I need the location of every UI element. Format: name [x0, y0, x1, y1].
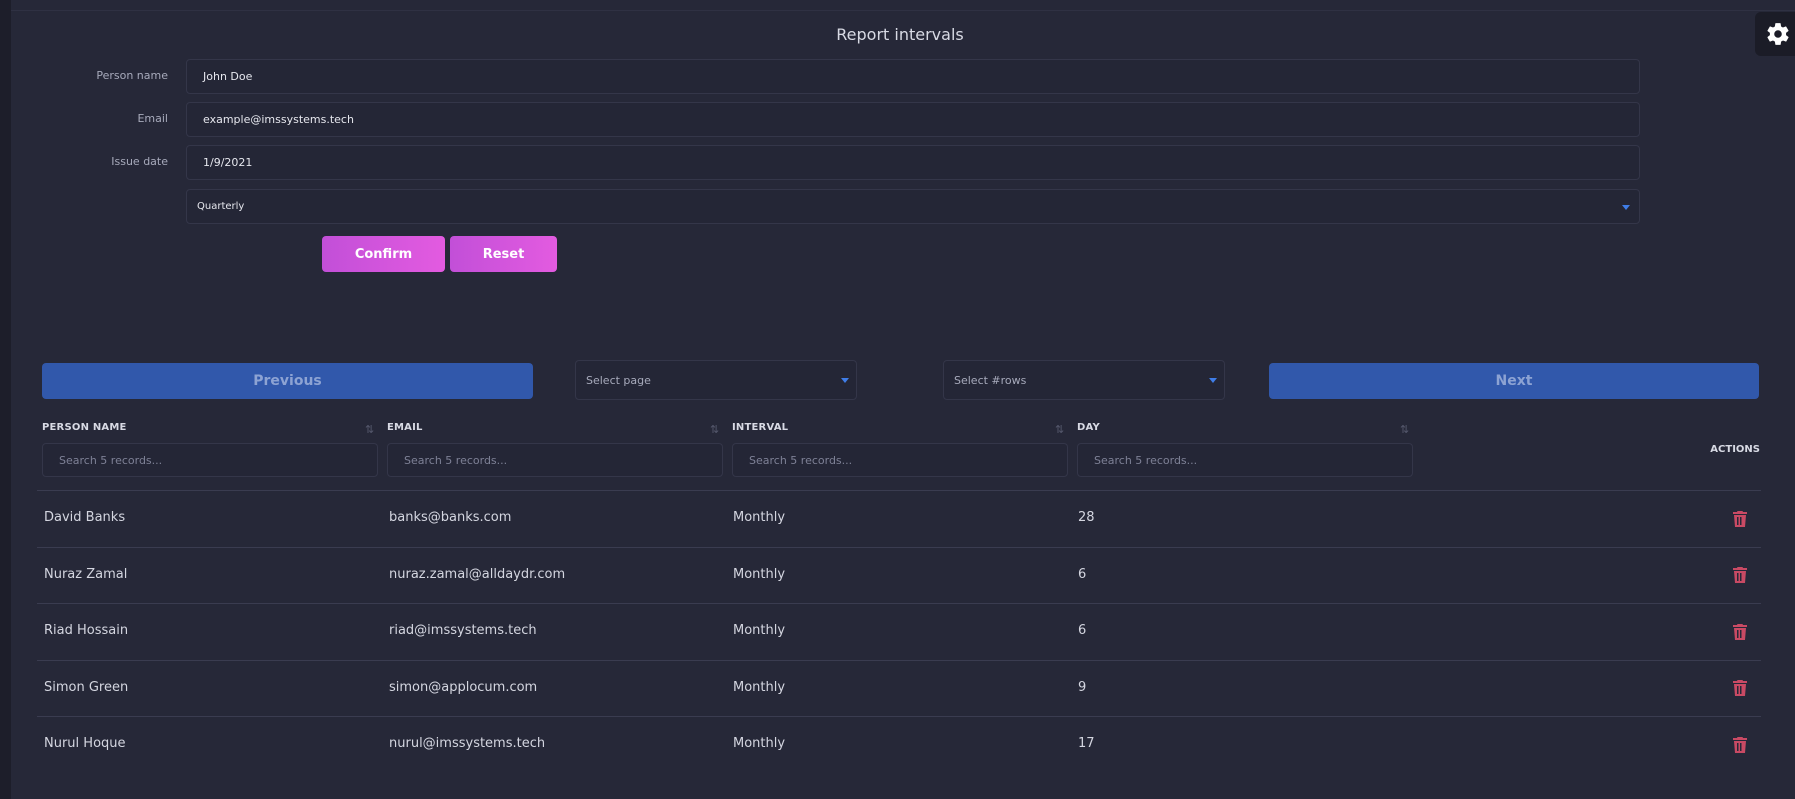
search-email-input[interactable]: Search 5 records...	[387, 443, 723, 477]
interval-selected-value: Quarterly	[197, 201, 245, 212]
cell-person-name: David Banks	[44, 510, 126, 525]
select-page-dropdown[interactable]: Select page	[575, 360, 857, 400]
column-header-email[interactable]: EMAIL	[387, 422, 423, 433]
cell-interval: Monthly	[733, 623, 786, 638]
cell-day: 28	[1078, 510, 1095, 525]
person-name-label: Person name	[96, 69, 168, 82]
cell-person-name: Nurul Hoque	[44, 736, 126, 751]
cell-person-name: Simon Green	[44, 680, 129, 695]
chevron-down-icon	[1209, 378, 1217, 383]
column-header-actions: ACTIONS	[1710, 444, 1760, 455]
row-divider	[37, 603, 1761, 604]
column-header-interval[interactable]: INTERVAL	[732, 422, 788, 433]
trash-icon[interactable]	[1733, 624, 1747, 640]
person-name-field[interactable]: John Doe	[186, 59, 1640, 94]
cell-email: nurul@imssystems.tech	[389, 736, 546, 751]
interval-select[interactable]: Quarterly	[186, 189, 1640, 224]
person-name-value: John Doe	[203, 70, 253, 83]
reset-button[interactable]: Reset	[450, 236, 557, 272]
email-field[interactable]: example@imssystems.tech	[186, 102, 1640, 137]
sort-icon[interactable]: ⇅	[365, 423, 374, 436]
search-person-name-input[interactable]: Search 5 records...	[42, 443, 378, 477]
cell-interval: Monthly	[733, 680, 786, 695]
chevron-down-icon	[841, 378, 849, 383]
select-page-placeholder: Select page	[586, 373, 651, 387]
cell-email: simon@applocum.com	[389, 680, 538, 695]
cell-day: 9	[1078, 680, 1087, 695]
issue-date-value: 1/9/2021	[203, 156, 253, 169]
sort-icon[interactable]: ⇅	[1055, 423, 1064, 436]
page-title: Report intervals	[836, 25, 964, 44]
cell-day: 6	[1078, 623, 1087, 638]
cell-person-name: Riad Hossain	[44, 623, 129, 638]
cell-day: 17	[1078, 736, 1095, 751]
sort-icon[interactable]: ⇅	[710, 423, 719, 436]
cell-interval: Monthly	[733, 510, 786, 525]
row-divider	[37, 547, 1761, 548]
column-header-day[interactable]: DAY	[1077, 422, 1100, 433]
issue-date-field[interactable]: 1/9/2021	[186, 145, 1640, 180]
cell-day: 6	[1078, 567, 1087, 582]
cell-interval: Monthly	[733, 736, 786, 751]
row-divider	[37, 490, 1761, 491]
cell-email: riad@imssystems.tech	[389, 623, 537, 638]
row-divider	[37, 660, 1761, 661]
issue-date-label: Issue date	[111, 155, 168, 168]
top-divider	[11, 10, 1795, 11]
email-label: Email	[137, 112, 168, 125]
search-interval-input[interactable]: Search 5 records...	[732, 443, 1068, 477]
select-rows-dropdown[interactable]: Select #rows	[943, 360, 1225, 400]
row-divider	[37, 716, 1761, 717]
select-rows-placeholder: Select #rows	[954, 373, 1027, 387]
cell-person-name: Nuraz Zamal	[44, 567, 128, 582]
search-day-input[interactable]: Search 5 records...	[1077, 443, 1413, 477]
trash-icon[interactable]	[1733, 567, 1747, 583]
next-button[interactable]: Next	[1269, 363, 1759, 399]
previous-button[interactable]: Previous	[42, 363, 533, 399]
column-header-person-name[interactable]: PERSON NAME	[42, 422, 127, 433]
trash-icon[interactable]	[1733, 737, 1747, 753]
trash-icon[interactable]	[1733, 680, 1747, 696]
confirm-button[interactable]: Confirm	[322, 236, 445, 272]
cell-interval: Monthly	[733, 567, 786, 582]
sort-icon[interactable]: ⇅	[1400, 423, 1409, 436]
cell-email: nuraz.zamal@alldaydr.com	[389, 567, 566, 582]
chevron-down-icon	[1622, 205, 1630, 210]
trash-icon[interactable]	[1733, 511, 1747, 527]
email-value: example@imssystems.tech	[203, 113, 354, 126]
cell-email: banks@banks.com	[389, 510, 512, 525]
